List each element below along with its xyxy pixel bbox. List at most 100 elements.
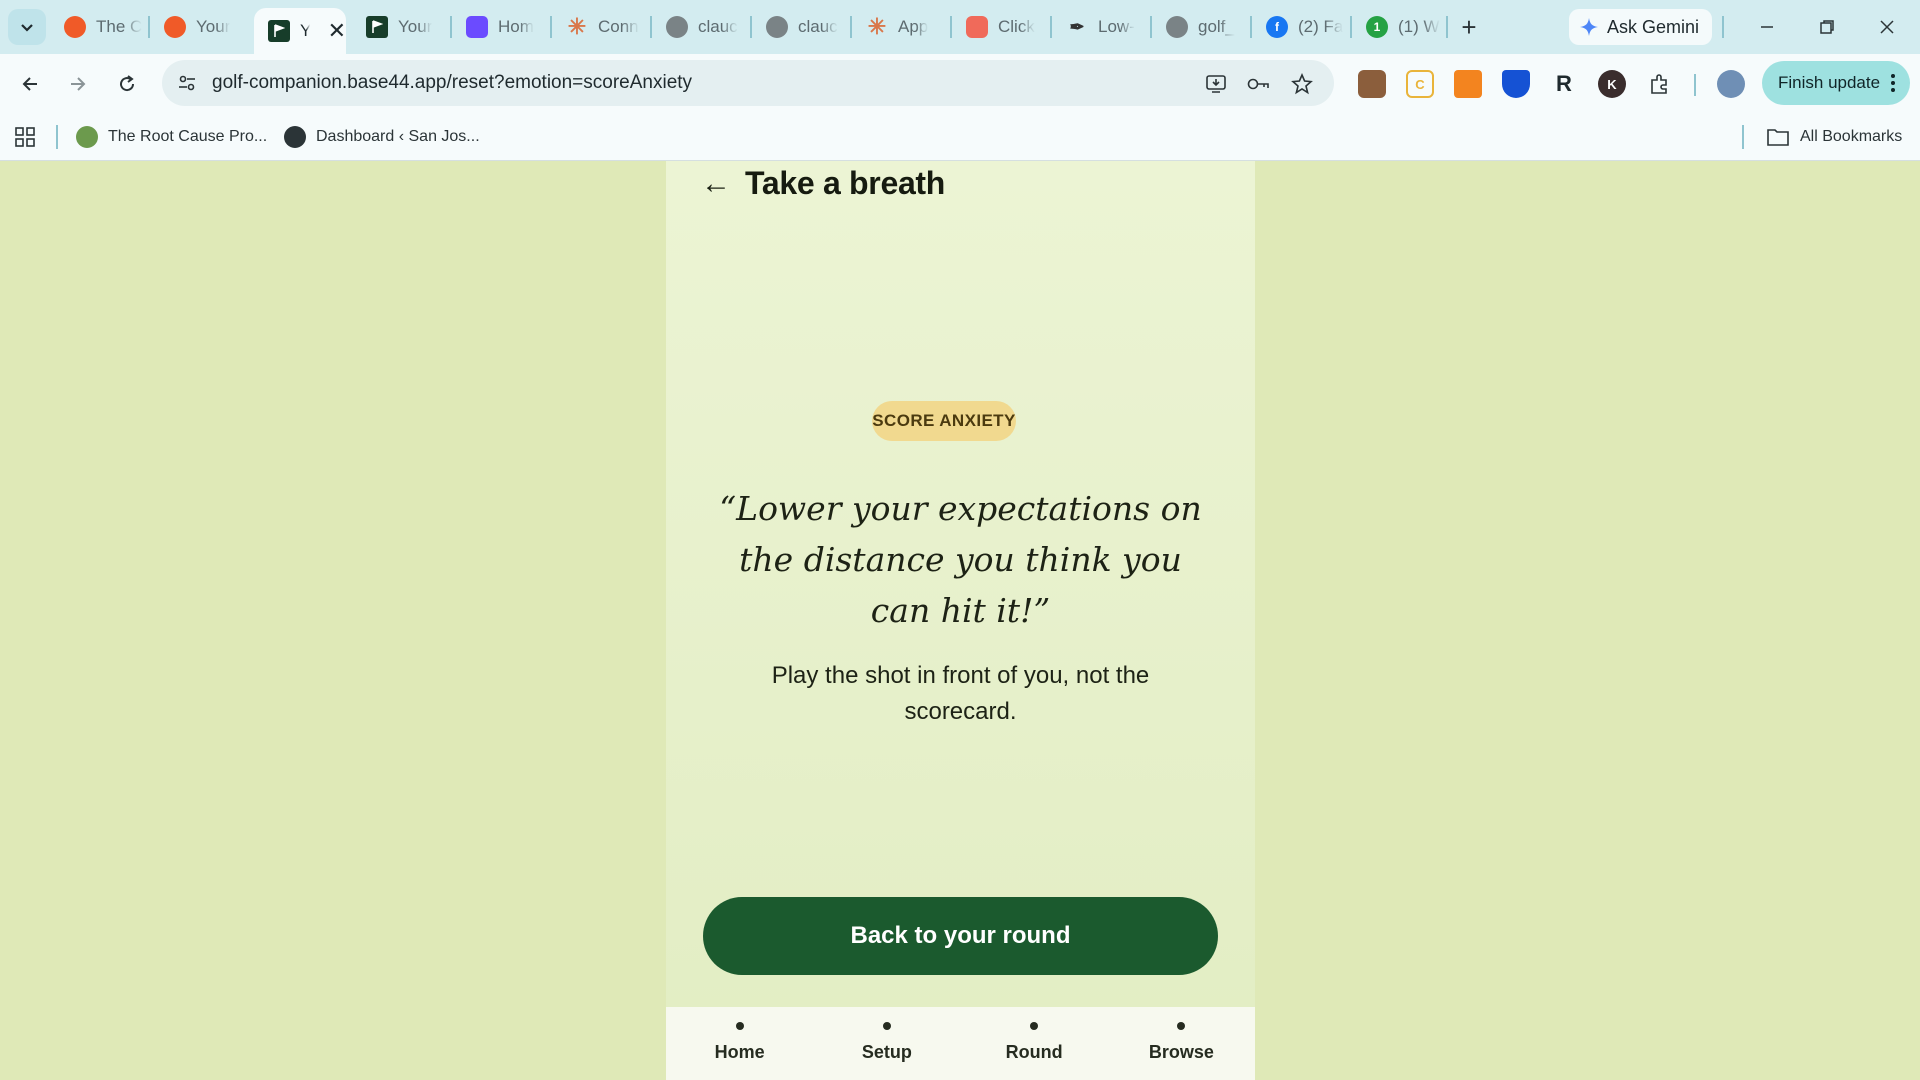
tab-12[interactable]: f (2) Fa [1256,10,1348,44]
bookmarks-bar: The Root Cause Pro... Dashboard ‹ San Jo… [0,113,1920,161]
tab-label: Y [300,21,310,40]
finish-update-label: Finish update [1778,73,1881,92]
globe-icon [666,16,688,38]
install-app-icon[interactable] [1202,70,1230,98]
bookmarks-divider [1742,125,1744,149]
profile-avatar[interactable] [1717,70,1745,98]
all-bookmarks-button[interactable]: All Bookmarks [1766,123,1902,151]
bottom-nav: Home Setup Round Browse [666,1007,1255,1080]
extension-r-icon[interactable]: R [1550,70,1578,98]
extension-k-icon[interactable]: K [1598,70,1626,98]
tab-active[interactable]: Y ✕ [254,8,346,54]
bookmark-star-icon[interactable] [1288,70,1316,98]
site-settings-icon[interactable] [174,70,200,96]
dot-icon [735,1022,744,1030]
dot-icon [1030,1022,1039,1030]
quote-text: “Lower your expectations on the distance… [719,489,1202,630]
close-icon[interactable]: ✕ [328,18,346,44]
tab-11[interactable]: golf_ [1156,10,1248,44]
address-bar[interactable]: golf-companion.base44.app/reset?emotion=… [162,60,1334,106]
tab-divider [850,16,852,38]
extensions-puzzle-icon[interactable] [1646,70,1674,98]
nav-item-home[interactable]: Home [666,1007,813,1080]
tab-8[interactable]: ✳ App [856,10,948,44]
tab-label: (1) W [1398,17,1440,36]
tab-divider [750,16,752,38]
apps-grid-icon [15,127,35,147]
tab-divider [950,16,952,38]
nav-item-setup[interactable]: Setup [813,1007,960,1080]
tab-divider [1250,16,1252,38]
feather-icon: ✒ [1069,16,1085,37]
emotion-badge: SCORE ANXIETY [872,401,1016,441]
clickup-icon [966,16,988,38]
finish-update-button[interactable]: Finish update [1762,61,1910,105]
tab-6[interactable]: clauc [656,10,748,44]
shield-icon[interactable] [1502,70,1530,98]
close-window-button[interactable] [1862,10,1912,44]
restore-button[interactable] [1802,10,1852,44]
bookmark-item-root-cause[interactable]: The Root Cause Pro... [76,123,267,151]
key-icon[interactable] [1244,70,1272,98]
nav-item-browse[interactable]: Browse [1108,1007,1255,1080]
claude-asterisk-icon: ✳ [567,14,587,39]
tab-label: clauc [798,17,838,36]
folder-icon [1767,129,1789,146]
gemini-sparkle-icon [1580,18,1598,36]
nav-item-round[interactable]: Round [961,1007,1108,1080]
back-arrow-icon[interactable]: ← [701,168,731,199]
app-panel: ← Take a breath SCORE ANXIETY “Lower you… [666,161,1255,1080]
metamask-fox-icon[interactable] [1454,70,1482,98]
new-tab-button[interactable]: + [1452,10,1486,44]
tab-13[interactable]: 1 (1) W [1356,10,1448,44]
bookmark-label: The Root Cause Pro... [108,128,268,145]
tab-divider [1722,16,1724,38]
tab-7[interactable]: clauc [756,10,848,44]
wordpress-icon [284,126,306,148]
tab-divider [1446,16,1448,38]
tab-label: Your [196,17,231,36]
ask-gemini-button[interactable]: Ask Gemini [1569,9,1712,45]
extension-avatar-icon[interactable] [1358,70,1386,98]
tab-0[interactable]: The C [54,10,146,44]
tab-search-button[interactable] [8,9,46,45]
nav-label: Round [1005,1042,1063,1062]
tab-3[interactable]: Your [356,10,448,44]
dot-icon [1177,1022,1186,1030]
all-bookmarks-label: All Bookmarks [1800,128,1903,145]
toolbar-divider [1694,74,1696,96]
tab-4[interactable]: Hom [456,10,548,44]
url-text[interactable]: golf-companion.base44.app/reset?emotion=… [212,72,692,94]
back-button[interactable] [11,65,49,103]
facebook-icon: f [1266,16,1288,38]
golf-flag-icon [268,20,290,42]
tab-label: clauc [698,17,738,36]
tab-label: Low- [1098,17,1135,36]
minimize-button[interactable] [1742,10,1792,44]
orange-circle-icon [164,16,186,38]
back-to-round-button[interactable]: Back to your round [703,897,1218,975]
extension-c-icon[interactable]: C [1406,70,1434,98]
tab-divider [148,16,150,38]
tab-9[interactable]: Click [956,10,1048,44]
reload-button[interactable] [108,65,146,103]
more-vertical-icon [1891,74,1896,92]
tab-5[interactable]: ✳ Conn [556,10,648,44]
forward-button[interactable] [59,65,97,103]
claude-asterisk-icon: ✳ [867,14,887,39]
bookmark-item-dashboard[interactable]: Dashboard ‹ San Jos... [284,123,480,151]
tab-divider [1350,16,1352,38]
dot-icon [882,1022,891,1030]
tab-divider [1050,16,1052,38]
page-viewport: ← Take a breath SCORE ANXIETY “Lower you… [0,161,1920,1080]
reload-icon [120,75,135,92]
arrow-right-icon [71,77,86,91]
tab-divider [650,16,652,38]
tab-10[interactable]: ✒ Low- [1056,10,1148,44]
globe-icon [1166,16,1188,38]
apps-grid-button[interactable] [14,123,36,151]
purple-square-icon [466,16,488,38]
tab-1[interactable]: Your [154,10,246,44]
tree-icon [76,126,98,148]
page-header: ← Take a breath [701,165,945,202]
